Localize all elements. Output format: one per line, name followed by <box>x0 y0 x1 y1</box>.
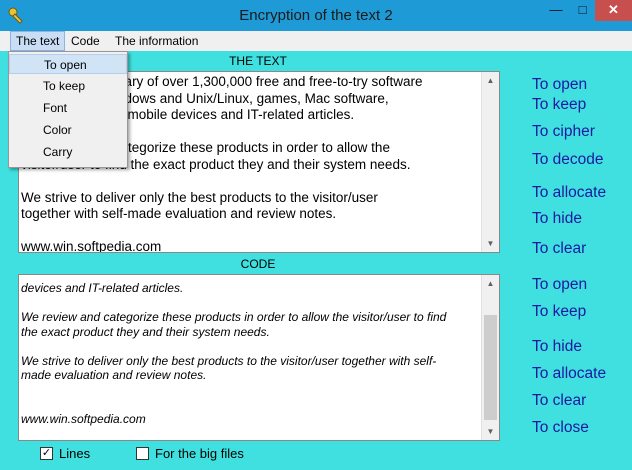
the-text-dropdown-menu: To open To keep Font Color Carry <box>8 51 128 168</box>
minimize-button[interactable]: — <box>542 0 570 21</box>
big-files-option[interactable]: For the big files <box>136 446 244 461</box>
scroll-up-icon[interactable]: ▲ <box>482 275 499 292</box>
big-files-label: For the big files <box>155 446 244 461</box>
lines-checkbox[interactable]: ✓ <box>40 447 53 461</box>
text-to-clear-button[interactable]: To clear <box>532 240 586 258</box>
to-cipher-button[interactable]: To cipher <box>532 123 595 141</box>
scroll-down-icon[interactable]: ▼ <box>482 423 499 440</box>
dropdown-font[interactable]: Font <box>9 98 127 118</box>
menu-bar: The text Code The information <box>0 31 632 51</box>
code-section-label: CODE <box>240 257 276 271</box>
menu-the-text[interactable]: The text <box>10 31 66 51</box>
big-files-checkbox[interactable] <box>136 447 149 461</box>
code-scrollbar[interactable]: ▲ ▼ <box>481 275 499 440</box>
text-to-allocate-button[interactable]: To allocate <box>532 184 606 202</box>
dropdown-to-open[interactable]: To open <box>9 54 127 74</box>
scroll-up-icon[interactable]: ▲ <box>482 72 499 89</box>
maximize-button[interactable]: □ <box>570 0 595 21</box>
code-to-clear-button[interactable]: To clear <box>532 392 586 410</box>
menu-the-information[interactable]: The information <box>110 32 203 50</box>
menu-code[interactable]: Code <box>66 32 105 50</box>
lines-label: Lines <box>59 446 91 461</box>
window-title: Encryption of the text 2 <box>239 7 393 24</box>
text-to-open-button[interactable]: To open <box>532 76 587 94</box>
code-content[interactable]: devices and IT-related articles. We revi… <box>21 281 479 426</box>
code-output-area[interactable]: devices and IT-related articles. We revi… <box>18 274 500 441</box>
dropdown-color[interactable]: Color <box>9 120 127 140</box>
title-bar: Encryption of the text 2 — □ ✕ <box>0 0 632 31</box>
dropdown-carry[interactable]: Carry <box>9 142 127 162</box>
code-to-allocate-button[interactable]: To allocate <box>532 365 606 383</box>
code-to-keep-button[interactable]: To keep <box>532 303 586 321</box>
text-to-hide-button[interactable]: To hide <box>532 210 582 228</box>
to-close-button[interactable]: To close <box>532 419 589 437</box>
code-to-open-button[interactable]: To open <box>532 276 587 294</box>
lines-option[interactable]: ✓ Lines <box>40 446 90 461</box>
text-scrollbar[interactable]: ▲ ▼ <box>481 72 499 252</box>
scroll-thumb[interactable] <box>484 315 497 420</box>
to-decode-button[interactable]: To decode <box>532 151 604 169</box>
scroll-down-icon[interactable]: ▼ <box>482 235 499 252</box>
code-to-hide-button[interactable]: To hide <box>532 338 582 356</box>
dropdown-to-keep[interactable]: To keep <box>9 76 127 96</box>
text-to-keep-button[interactable]: To keep <box>532 96 586 114</box>
close-button[interactable]: ✕ <box>595 0 632 21</box>
